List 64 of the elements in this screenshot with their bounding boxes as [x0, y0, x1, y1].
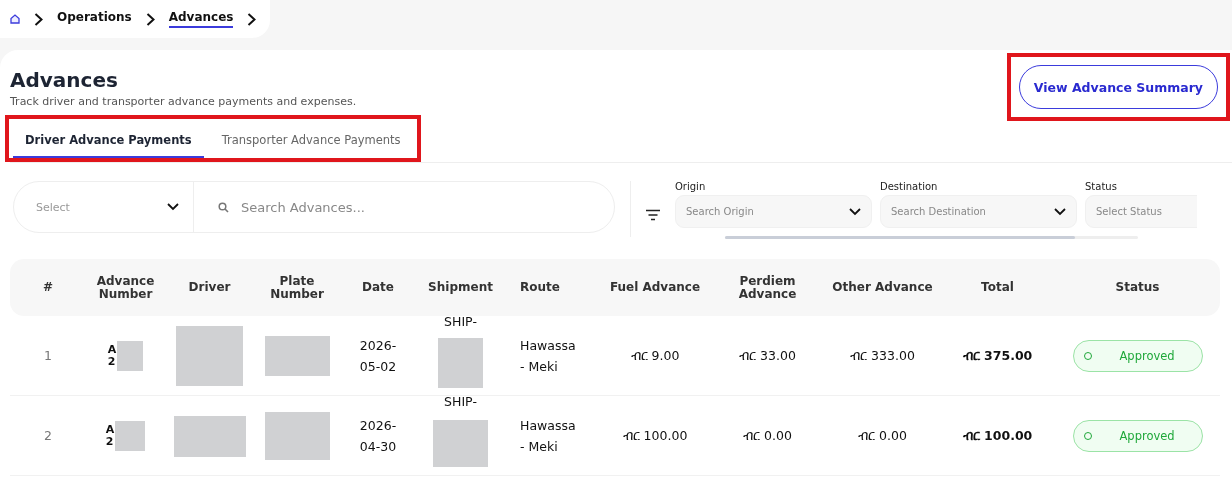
redaction-block	[433, 419, 488, 467]
filter-label: Destination	[880, 181, 939, 192]
column-header: Shipment	[427, 281, 494, 294]
scrollbar[interactable]	[725, 236, 1138, 239]
table-cell-text: SHIP-	[443, 314, 478, 329]
column-header: Plate Number	[269, 274, 325, 301]
table-cell: A 2	[105, 423, 115, 449]
select-placeholder: Select	[36, 200, 70, 214]
search-field[interactable]: Search Advances...	[239, 198, 614, 216]
breadcrumb-link[interactable]: Advances	[168, 10, 234, 28]
tab[interactable]: Transporter Advance Payments	[209, 123, 413, 158]
status-badge: Approved	[1072, 340, 1203, 372]
table-cell-text: ብር 333.00	[849, 347, 916, 366]
column-header: Perdiem Advance	[737, 274, 798, 301]
chevron-down-icon	[849, 207, 861, 216]
column-header: Status	[1114, 281, 1161, 294]
column-header: Advance Number	[95, 274, 156, 301]
table-cell-text: ብር 9.00	[629, 347, 681, 366]
table-cell-text: ብር 0.00	[742, 427, 793, 446]
table-cell-text: Hawassa - Meki	[519, 416, 577, 456]
chevron-right-icon	[247, 12, 257, 26]
filter-label: Status	[1085, 181, 1118, 192]
column-header: Total	[980, 281, 1015, 294]
redaction-block	[176, 326, 243, 386]
page-subtitle: Track driver and transporter advance payments and expenses.	[10, 95, 357, 108]
select-dropdown[interactable]: Select	[14, 182, 194, 232]
redaction-block	[438, 338, 483, 388]
table-cell-text: ብር 33.00	[738, 347, 797, 366]
table-cell-text: 2026- 04-30	[358, 416, 398, 456]
column-header: Fuel Advance	[608, 281, 702, 294]
column-header: #	[41, 281, 55, 294]
table-cell-text: 1	[43, 347, 53, 366]
status-badge: Approved	[1072, 420, 1203, 452]
chevron-down-icon	[167, 203, 179, 211]
column-header: Driver	[187, 281, 232, 294]
table-cell-text: ብር 0.00	[857, 427, 908, 446]
filter-dropdown[interactable]: Search Origin	[675, 195, 872, 228]
table-cell-text: 2	[43, 427, 53, 446]
table-cell-text: ብር 375.00	[961, 347, 1034, 366]
tab[interactable]: Driver Advance Payments	[13, 123, 204, 158]
table-cell-text: SHIP-	[443, 394, 478, 409]
filter-dropdown[interactable]: Select Status	[1085, 195, 1197, 228]
redaction-block	[264, 412, 330, 460]
chevron-down-icon	[1054, 207, 1066, 216]
home-icon[interactable]	[10, 14, 20, 24]
filter-dropdown[interactable]: Search Destination	[880, 195, 1077, 228]
search-icon	[218, 201, 229, 213]
breadcrumb-link[interactable]: Operations	[57, 10, 132, 28]
filter-label: Origin	[675, 181, 707, 192]
page-title: Advances	[10, 68, 119, 92]
redaction-block	[264, 336, 330, 376]
table-cell-text: 2026- 05-02	[358, 336, 398, 376]
chevron-right-icon	[145, 12, 155, 26]
table-cell: A 2	[107, 343, 117, 369]
column-header: Date	[361, 281, 395, 294]
column-header: Route	[519, 281, 561, 294]
redaction-block	[117, 341, 144, 371]
table-cell-text: ብር 100.00	[961, 427, 1034, 446]
redaction-block	[115, 421, 146, 451]
table-cell-text: ብር 100.00	[621, 427, 689, 446]
table-cell-text: Hawassa - Meki	[519, 336, 577, 376]
column-header: Other Advance	[831, 281, 934, 294]
chevron-right-icon	[34, 12, 43, 26]
view-summary-button[interactable]: View Advance Summary	[1018, 65, 1218, 109]
